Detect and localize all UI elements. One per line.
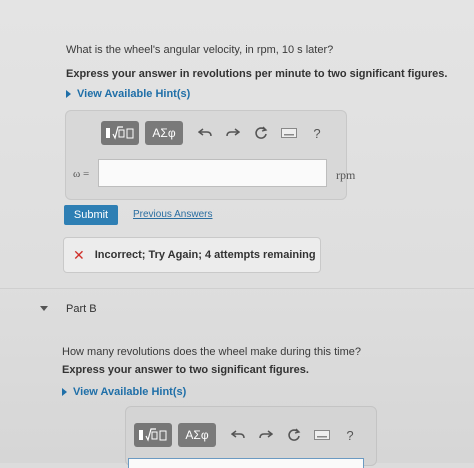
section-divider	[0, 288, 474, 289]
help-button[interactable]: ?	[336, 423, 364, 447]
part-a-instruction: Express your answer in revolutions per m…	[66, 68, 448, 80]
caret-right-icon	[62, 388, 67, 396]
hint-label: View Available Hint(s)	[77, 88, 191, 100]
help-button[interactable]: ?	[303, 121, 331, 145]
reset-icon[interactable]	[247, 121, 275, 145]
caret-right-icon	[66, 90, 71, 98]
keyboard-icon[interactable]	[308, 423, 336, 447]
undo-icon[interactable]	[191, 121, 219, 145]
part-b-question: How many revolutions does the wheel make…	[62, 346, 361, 358]
hint-label: View Available Hint(s)	[73, 386, 187, 398]
math-toolbar-b: ΑΣφ ?	[134, 423, 364, 447]
chevron-down-icon[interactable]	[40, 306, 48, 311]
submit-button[interactable]: Submit	[64, 205, 118, 225]
reset-icon[interactable]	[280, 423, 308, 447]
template-sqrt-icon[interactable]	[134, 423, 172, 447]
page: What is the wheel's angular velocity, in…	[0, 0, 474, 468]
greek-symbols-button[interactable]: ΑΣφ	[145, 121, 183, 145]
feedback-text: Incorrect; Try Again; 4 attempts remaini…	[94, 249, 316, 261]
redo-icon[interactable]	[252, 423, 280, 447]
previous-answers-link[interactable]: Previous Answers	[133, 209, 212, 220]
part-b-title[interactable]: Part B	[66, 303, 97, 315]
part-a-question: What is the wheel's angular velocity, in…	[66, 44, 334, 56]
math-toolbar: ΑΣφ ?	[101, 121, 331, 145]
part-b-instruction: Express your answer to two significant f…	[62, 364, 309, 376]
variable-label: ω =	[73, 168, 90, 180]
answer-input-b[interactable]	[128, 458, 364, 468]
x-mark-icon: ✕	[73, 246, 85, 263]
part-a-hint-toggle[interactable]: View Available Hint(s)	[66, 88, 190, 100]
feedback-box: ✕ Incorrect; Try Again; 4 attempts remai…	[63, 237, 321, 273]
greek-symbols-button[interactable]: ΑΣφ	[178, 423, 216, 447]
undo-icon[interactable]	[224, 423, 252, 447]
part-b-hint-toggle[interactable]: View Available Hint(s)	[62, 386, 186, 398]
answer-input[interactable]	[98, 159, 327, 187]
keyboard-icon[interactable]	[275, 121, 303, 145]
template-sqrt-icon[interactable]	[101, 121, 139, 145]
redo-icon[interactable]	[219, 121, 247, 145]
unit-label: rpm	[336, 168, 356, 182]
